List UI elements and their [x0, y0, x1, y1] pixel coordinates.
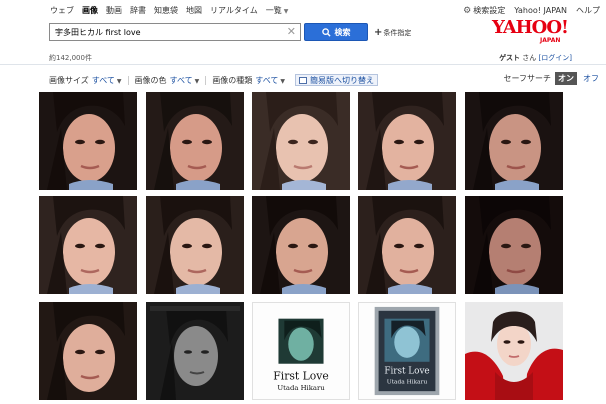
portrait-image	[39, 196, 137, 294]
search-button-label: 検索	[334, 27, 351, 37]
cover-artist: Utada Hikaru	[277, 384, 325, 392]
simple-view-label: 簡易版へ切り替え	[310, 75, 375, 85]
tab-more-label: 一覧	[265, 6, 282, 15]
tab-more[interactable]: 一覧 ▼	[266, 5, 289, 16]
image-result[interactable]	[465, 302, 563, 400]
image-result[interactable]	[358, 196, 456, 294]
image-result[interactable]	[358, 92, 456, 190]
results-count: 約142,000件	[49, 54, 92, 62]
portrait-image	[146, 92, 244, 190]
safesearch-on[interactable]: オン	[555, 72, 577, 85]
gear-icon: ⚙	[463, 6, 472, 16]
portrait-image	[146, 196, 244, 294]
user-info: ゲスト さん [ログイン]	[499, 53, 572, 63]
divider	[0, 64, 606, 65]
top-links: ⚙ 検索設定 Yahoo! JAPAN ヘルプ	[463, 5, 600, 16]
chevron-down-icon: ▼	[280, 77, 286, 85]
search-settings-link[interactable]: ⚙ 検索設定	[463, 5, 505, 16]
yahoo-japan-logo[interactable]: YAHOO! JAPAN	[492, 19, 572, 47]
filter-color-select[interactable]: すべて ▼	[170, 75, 200, 86]
advanced-search-link[interactable]: +条件指定	[374, 27, 411, 38]
safesearch-off[interactable]: オフ	[580, 72, 602, 85]
cover-title: First Love	[384, 367, 429, 377]
portrait-image	[465, 302, 563, 400]
portrait-image	[146, 302, 244, 400]
portrait-image	[358, 92, 456, 190]
logo-sub: JAPAN	[540, 37, 561, 44]
tab-web[interactable]: ウェブ	[50, 5, 74, 16]
chevron-down-icon: ▼	[283, 8, 289, 15]
album-cover-image[interactable]: First Love Utada Hikaru	[252, 302, 350, 400]
image-result[interactable]	[252, 92, 350, 190]
filter-type-label: 画像の種類	[212, 75, 253, 85]
filter-size-value: すべて	[91, 75, 115, 85]
divider	[127, 75, 129, 85]
image-result[interactable]	[146, 92, 244, 190]
portrait-image	[252, 92, 350, 190]
tab-video[interactable]: 動画	[106, 5, 122, 16]
image-result[interactable]	[39, 196, 137, 294]
portrait-image	[465, 92, 563, 190]
chevron-down-icon: ▼	[116, 77, 122, 85]
help-link[interactable]: ヘルプ	[576, 5, 600, 16]
filter-color-label: 画像の色	[134, 75, 167, 85]
tab-map[interactable]: 地図	[186, 5, 202, 16]
search-button[interactable]: 検索	[304, 23, 368, 41]
image-result[interactable]	[252, 196, 350, 294]
tab-dictionary[interactable]: 辞書	[130, 5, 146, 16]
user-name: ゲスト	[499, 54, 521, 62]
logo-word: YAHOO!	[492, 17, 569, 38]
filter-type-select[interactable]: すべて ▼	[255, 75, 285, 86]
image-result[interactable]	[39, 302, 137, 400]
advanced-search-label: 条件指定	[383, 29, 412, 37]
plus-icon: +	[374, 27, 383, 38]
portrait-image	[465, 196, 563, 294]
search-tabs: ウェブ 画像 動画 辞書 知恵袋 地図 リアルタイム 一覧 ▼	[50, 5, 288, 16]
top-nav: ウェブ 画像 動画 辞書 知恵袋 地図 リアルタイム 一覧 ▼ ⚙ 検索設定 Yah…	[0, 0, 606, 18]
portrait-image	[39, 92, 137, 190]
login-link[interactable]: [ログイン]	[539, 54, 572, 62]
filter-size-label: 画像サイズ	[49, 75, 89, 85]
portrait-image	[358, 196, 456, 294]
yahoo-japan-link[interactable]: Yahoo! JAPAN	[514, 6, 567, 15]
divider	[205, 75, 207, 85]
image-result[interactable]	[465, 196, 563, 294]
search-icon	[321, 27, 331, 37]
image-result[interactable]	[146, 196, 244, 294]
tab-chiebukuro[interactable]: 知恵袋	[154, 5, 178, 16]
cover-artist: Utada Hikaru	[387, 379, 428, 385]
album-cover: First Love Utada Hikaru	[253, 303, 349, 399]
clear-icon[interactable]: ✕	[287, 25, 296, 38]
image-result[interactable]	[39, 92, 137, 190]
search-input[interactable]	[50, 24, 280, 40]
user-suffix: さん	[522, 54, 537, 62]
search-box: ✕	[49, 23, 301, 41]
album-cover-image[interactable]: First Love Utada Hikaru	[358, 302, 456, 400]
safesearch-toggle: セーフサーチ オン オフ	[503, 72, 602, 85]
portrait-image	[39, 302, 137, 400]
filter-bar: 画像サイズ すべて ▼ 画像の色 すべて ▼ 画像の種類 すべて ▼ 簡易版へ切り替え	[49, 74, 379, 86]
portrait-image	[252, 196, 350, 294]
safesearch-label: セーフサーチ	[503, 74, 551, 83]
window-icon	[299, 76, 308, 84]
search-settings-label: 検索設定	[473, 6, 506, 15]
cover-title: First Love	[273, 369, 328, 382]
filter-type-value: すべて	[255, 75, 279, 85]
tab-images[interactable]: 画像	[82, 5, 98, 16]
simple-view-button[interactable]: 簡易版へ切り替え	[295, 74, 379, 86]
image-result[interactable]	[465, 92, 563, 190]
tab-realtime[interactable]: リアルタイム	[210, 5, 258, 16]
album-cover: First Love Utada Hikaru	[359, 303, 455, 399]
image-result[interactable]	[146, 302, 244, 400]
chevron-down-icon: ▼	[194, 77, 200, 85]
filter-color-value: すべて	[169, 75, 193, 85]
filter-size-select[interactable]: すべて ▼	[92, 75, 122, 86]
